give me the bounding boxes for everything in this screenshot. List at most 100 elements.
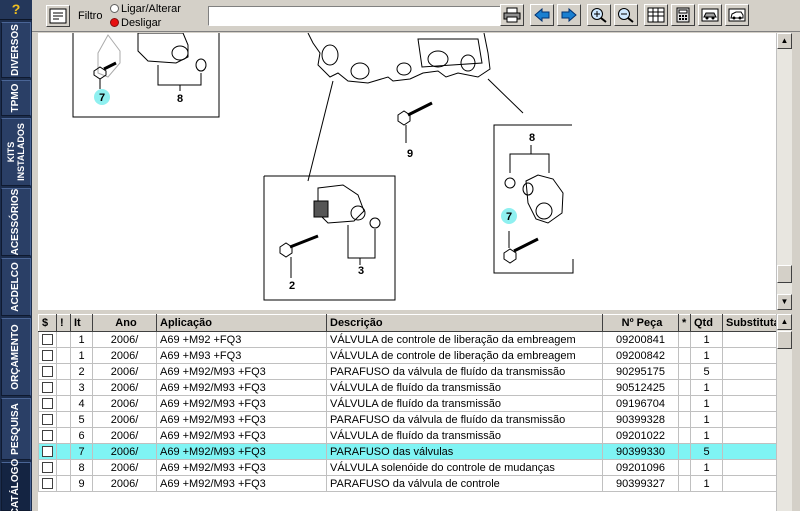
- previous-button[interactable]: [530, 4, 554, 26]
- row-checkbox[interactable]: [42, 429, 53, 441]
- filter-input[interactable]: [208, 6, 514, 26]
- table-row[interactable]: 6 2006/A69 +M92/M93 +FQ3 VÁLVULA de fluído…: [38, 427, 776, 444]
- tab-kits-instalados[interactable]: KITS INSTALADOS: [1, 118, 31, 186]
- table-row[interactable]: 7 2006/A69 +M92/M93 +FQ3 PARAFUSO das válv…: [38, 443, 776, 460]
- filter-list-icon: [49, 8, 67, 24]
- diagram-scrollbar[interactable]: ▲ ▼: [776, 33, 792, 310]
- table-row[interactable]: 5 2006/A69 +M92/M93 +FQ3 PARAFUSO da válvu…: [38, 411, 776, 428]
- cell-alert: [56, 459, 71, 476]
- col-year[interactable]: Ano: [92, 314, 157, 332]
- zoom-out-button[interactable]: [614, 4, 638, 26]
- cell-application: A69 +M92/M93 +FQ3: [156, 363, 327, 380]
- radio-desligar[interactable]: Desligar: [110, 17, 161, 29]
- cell-description: VÁLVULA de fluído da transmissão: [326, 395, 603, 412]
- cell-application: A69 +M92/M93 +FQ3: [156, 395, 327, 412]
- col-substitute[interactable]: Substituta: [722, 314, 776, 332]
- radio-label: Ligar/Alterar: [121, 3, 181, 15]
- scroll-up-button[interactable]: ▲: [777, 33, 792, 49]
- cell-year: 2006/: [92, 395, 157, 412]
- zoom-in-icon: [591, 8, 607, 23]
- cell-application: A69 +M92/M93 +FQ3: [156, 379, 327, 396]
- table-row[interactable]: 2 2006/A69 +M92/M93 +FQ3 PARAFUSO da válvu…: [38, 363, 776, 380]
- cell-part-number: 90399328: [602, 411, 679, 428]
- cell-year: 2006/: [92, 427, 157, 444]
- col-application[interactable]: Aplicação: [156, 314, 327, 332]
- calculator-button[interactable]: [671, 4, 695, 26]
- help-button[interactable]: ?: [0, 0, 32, 20]
- tab-tpmo[interactable]: TPMO: [1, 80, 31, 116]
- print-button[interactable]: [500, 4, 524, 26]
- cell-application: A69 +M92/M93 +FQ3: [156, 459, 327, 476]
- radio-ligar-alterar[interactable]: Ligar/Alterar: [110, 3, 181, 15]
- scroll-down-button[interactable]: ▼: [777, 294, 792, 310]
- tab-orcamento[interactable]: ORÇAMENTO: [1, 318, 31, 396]
- cell-alert: [56, 347, 71, 364]
- row-checkbox[interactable]: [42, 365, 53, 377]
- tab-label: TPMO: [10, 83, 21, 113]
- callout-label: 8: [529, 132, 535, 144]
- bolt-head-2: [279, 242, 293, 258]
- cell-description: VÁLVULA solenóide do controle de mudança…: [326, 459, 603, 476]
- cell-description: PARAFUSO das válvulas: [326, 443, 603, 460]
- cell-description: PARAFUSO da válvula de fluído da transmi…: [326, 411, 603, 428]
- row-checkbox[interactable]: [42, 477, 53, 489]
- cell-year: 2006/: [92, 331, 157, 348]
- table-row[interactable]: 1 2006/A69 +M93 +FQ3 VÁLVULA de controle d…: [38, 347, 776, 364]
- cell-qty: 1: [690, 459, 723, 476]
- tab-pesquisa[interactable]: PESQUISA: [1, 398, 31, 460]
- cell-select: [38, 347, 57, 364]
- col-qty[interactable]: Qtd: [690, 314, 723, 332]
- table-row[interactable]: 1 2006/A69 +M92 +FQ3 VÁLVULA de controle d…: [38, 331, 776, 348]
- tab-label: CATÁLOGO: [10, 458, 21, 511]
- tab-catalogo[interactable]: CATÁLOGO: [1, 458, 31, 511]
- cell-substitute: [722, 475, 776, 492]
- cell-description: VÁLVULA de fluído da transmissão: [326, 427, 603, 444]
- row-checkbox[interactable]: [42, 381, 53, 393]
- o-ring-center: [369, 217, 381, 229]
- tab-diversos[interactable]: DIVERSOS: [1, 22, 31, 78]
- tab-acdelco[interactable]: ACDELCO: [1, 258, 31, 316]
- next-button[interactable]: [557, 4, 581, 26]
- scroll-thumb[interactable]: [777, 331, 792, 349]
- table-scrollbar[interactable]: ▲: [776, 314, 792, 511]
- row-checkbox[interactable]: [42, 413, 53, 425]
- leader-center-right: [487, 78, 524, 114]
- col-star[interactable]: *: [678, 314, 691, 332]
- scroll-up-button[interactable]: ▲: [777, 314, 792, 330]
- col-dollar[interactable]: $: [38, 314, 57, 332]
- col-part-number[interactable]: Nº Peça: [602, 314, 679, 332]
- row-checkbox[interactable]: [42, 397, 53, 409]
- exploded-view-drawing: 7 8 9 8 7 2 3: [72, 33, 574, 301]
- tab-label: PESQUISA: [10, 403, 21, 455]
- row-checkbox[interactable]: [42, 333, 53, 345]
- col-description[interactable]: Descrição: [326, 314, 603, 332]
- col-alert[interactable]: !: [56, 314, 71, 332]
- zoom-in-button[interactable]: [587, 4, 611, 26]
- cell-item: 5: [70, 411, 93, 428]
- row-checkbox[interactable]: [42, 349, 53, 361]
- table-row[interactable]: 3 2006/A69 +M92/M93 +FQ3 VÁLVULA de fluído…: [38, 379, 776, 396]
- cell-item: 1: [70, 347, 93, 364]
- cell-qty: 1: [690, 347, 723, 364]
- table-row[interactable]: 9 2006/A69 +M92/M93 +FQ3 PARAFUSO da válvu…: [38, 475, 776, 492]
- bolt-shaft-7a: [103, 61, 117, 71]
- scroll-thumb[interactable]: [777, 265, 792, 283]
- cell-qty: 1: [690, 331, 723, 348]
- grid-view-button[interactable]: [644, 4, 668, 26]
- cell-select: [38, 411, 57, 428]
- table-row[interactable]: 8 2006/A69 +M92/M93 +FQ3 VÁLVULA solenóide…: [38, 459, 776, 476]
- car-button[interactable]: [725, 4, 749, 26]
- tab-acessorios[interactable]: ACESSÓRIOS: [1, 188, 31, 256]
- row-checkbox[interactable]: [42, 461, 53, 473]
- filter-editor-button[interactable]: [46, 5, 70, 27]
- radio-dot: [110, 18, 119, 27]
- row-checkbox[interactable]: [42, 445, 53, 457]
- callout-label: 3: [358, 265, 364, 277]
- table-row[interactable]: 4 2006/A69 +M92/M93 +FQ3 VÁLVULA de fluído…: [38, 395, 776, 412]
- cell-part-number: 90399327: [602, 475, 679, 492]
- vehicle-button[interactable]: [698, 4, 722, 26]
- cell-star: [678, 363, 691, 380]
- parts-diagram[interactable]: 7 8 9 8 7 2 3: [38, 33, 776, 310]
- cell-select: [38, 459, 57, 476]
- col-item[interactable]: It: [70, 314, 93, 332]
